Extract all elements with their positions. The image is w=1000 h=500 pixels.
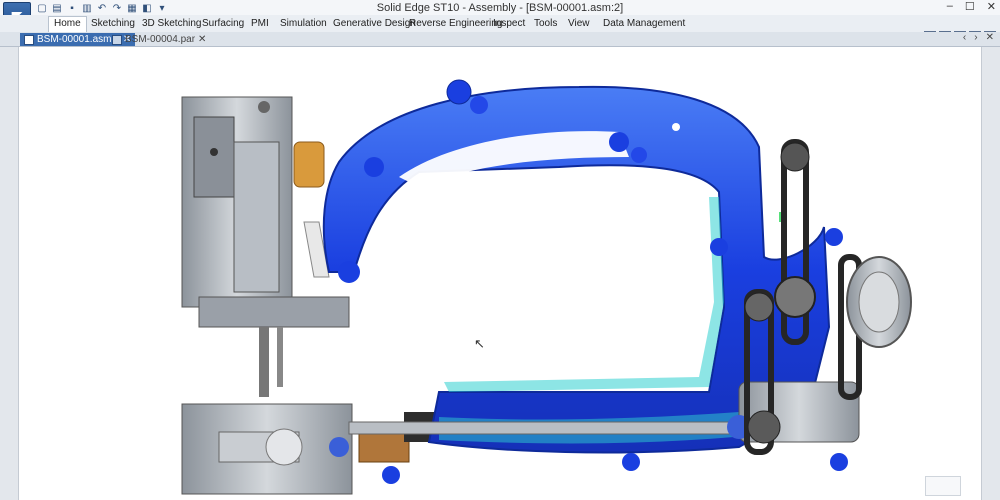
- doc-tab-arrows: ‹ › ✕: [963, 32, 994, 43]
- tab-data-management[interactable]: Data Management: [598, 17, 690, 31]
- close-all-icon[interactable]: ✕: [986, 32, 994, 43]
- tab-surfacing[interactable]: Surfacing: [197, 17, 249, 31]
- right-panel-edge: [981, 47, 1000, 500]
- close-button[interactable]: ✕: [987, 0, 996, 13]
- doc-tab-part[interactable]: BSM-00004.par ✕: [108, 33, 210, 46]
- scroll-right-icon[interactable]: ›: [974, 32, 977, 43]
- ribbon-tab-bar: Home Sketching 3D Sketching Surfacing PM…: [0, 15, 1000, 43]
- window-controls: – ☐ ✕: [947, 0, 996, 13]
- minimize-button[interactable]: –: [947, 0, 953, 13]
- maximize-button[interactable]: ☐: [965, 0, 975, 13]
- tab-inspect[interactable]: Inspect: [488, 17, 530, 31]
- tab-tools[interactable]: Tools: [529, 17, 562, 31]
- tab-pmi[interactable]: PMI: [246, 17, 274, 31]
- left-panel-edge: [0, 47, 19, 500]
- part-file-icon: [112, 34, 122, 45]
- sewing-machine-model: [181, 79, 912, 495]
- mouse-cursor-icon: ↖: [474, 336, 485, 351]
- title-bar: ▢ ▤ ▪ ▥ ↶ ↷ ▦ ◧ ▾ Solid Edge ST10 - Asse…: [0, 0, 1000, 15]
- scroll-left-icon[interactable]: ‹: [963, 32, 966, 43]
- tab-home[interactable]: Home: [48, 16, 87, 33]
- tab-simulation[interactable]: Simulation: [275, 17, 332, 31]
- tab-view[interactable]: View: [563, 17, 595, 31]
- close-icon[interactable]: ✕: [198, 34, 206, 45]
- assembly-file-icon: [24, 34, 34, 45]
- graphics-viewport[interactable]: ↖: [19, 47, 981, 500]
- view-cube-icon[interactable]: [925, 476, 961, 496]
- tab-sketching[interactable]: Sketching: [86, 17, 140, 31]
- window-title: Solid Edge ST10 - Assembly - [BSM-00001.…: [376, 2, 624, 14]
- doc-tab-label: BSM-00004.par: [125, 34, 196, 45]
- document-tab-bar: BSM-00001.asm:2 ✕ BSM-00004.par ✕ ‹ › ✕: [0, 32, 1000, 47]
